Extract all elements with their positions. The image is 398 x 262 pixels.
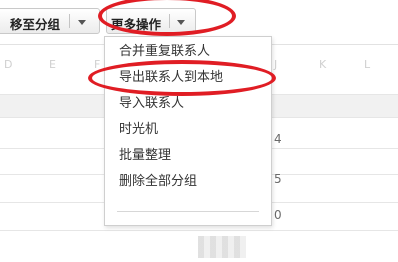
app-window: 移至分组 更多操作 D E F G H I J K L 4 5 0 合并重复联系… bbox=[0, 0, 398, 262]
button-separator bbox=[69, 14, 70, 28]
move-to-group-label: 移至分组 bbox=[10, 17, 61, 32]
menu-item-import-contacts[interactable]: 导入联系人 bbox=[119, 93, 269, 115]
blurred-content bbox=[198, 236, 246, 258]
menu-item-time-machine[interactable]: 时光机 bbox=[119, 119, 269, 141]
chevron-down-icon[interactable] bbox=[177, 20, 185, 25]
grid-line bbox=[0, 230, 398, 231]
menu-item-batch-organize[interactable]: 批量整理 bbox=[119, 145, 269, 167]
menu-divider bbox=[117, 211, 259, 212]
more-actions-button[interactable]: 更多操作 bbox=[106, 8, 196, 34]
menu-item-export-contacts[interactable]: 导出联系人到本地 bbox=[119, 67, 269, 89]
move-to-group-button[interactable]: 移至分组 bbox=[0, 8, 100, 34]
column-letter: L bbox=[364, 58, 371, 71]
chevron-down-icon[interactable] bbox=[78, 20, 86, 25]
cell-value: 4 bbox=[274, 132, 282, 146]
cell-value: 0 bbox=[274, 208, 282, 222]
column-letter: J bbox=[274, 58, 278, 71]
cell-value: 5 bbox=[274, 172, 282, 186]
button-separator bbox=[169, 14, 170, 28]
menu-item-merge-duplicates[interactable]: 合并重复联系人 bbox=[119, 41, 269, 63]
more-actions-menu: 合并重复联系人 导出联系人到本地 导入联系人 时光机 批量整理 删除全部分组 bbox=[104, 36, 272, 226]
column-letter: D bbox=[4, 58, 13, 71]
column-letter: F bbox=[94, 58, 101, 71]
more-actions-label: 更多操作 bbox=[111, 17, 162, 32]
column-letter: E bbox=[49, 58, 56, 71]
menu-item-delete-all-groups[interactable]: 删除全部分组 bbox=[119, 171, 269, 193]
column-letter: K bbox=[319, 58, 327, 71]
